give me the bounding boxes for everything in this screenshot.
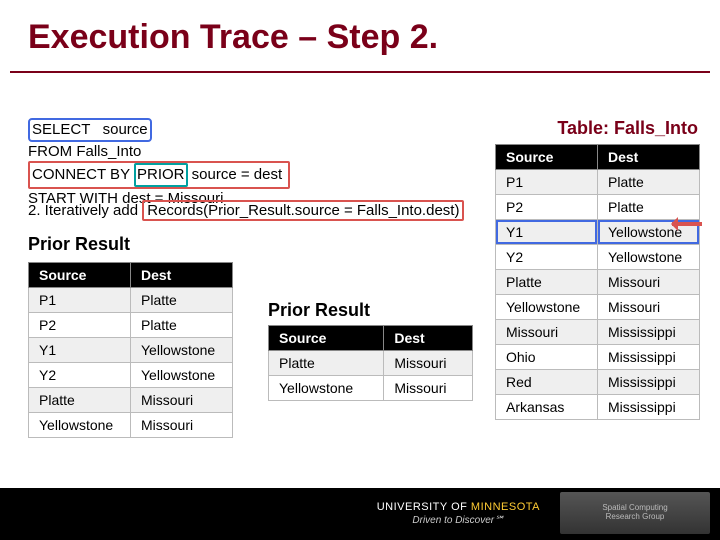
sql-source-col: source [103,121,148,138]
table-row: Y1Yellowstone [29,338,233,363]
col-source: Source [269,326,384,351]
cell: Yellowstone [598,220,700,245]
sql-from: FROM Falls_Into [28,143,141,160]
table-row: Y2Yellowstone [496,245,700,270]
cell: Mississippi [598,370,700,395]
table-row: Y2Yellowstone [29,363,233,388]
table-row: Y1Yellowstone [496,220,700,245]
footer-university: UNIVERSITY OF MINNESOTA Driven to Discov… [377,501,540,527]
table-row: ArkansasMississippi [496,395,700,420]
cell: Ohio [496,345,598,370]
cell: Mississippi [598,320,700,345]
table-row: PlatteMissouri [496,270,700,295]
cell: Platte [131,313,233,338]
cell: Missouri [131,413,233,438]
cell: Platte [29,388,131,413]
footer-logo-line2: Research Group [606,513,665,522]
cell: P1 [29,288,131,313]
prior-result-heading-1: Prior Result [28,234,130,255]
col-dest: Dest [598,145,700,170]
sql-select-kw: SELECT [32,121,90,138]
cell: Platte [496,270,598,295]
divider [10,71,710,73]
cell: Mississippi [598,345,700,370]
table-row: P1Platte [496,170,700,195]
cell: Arkansas [496,395,598,420]
sql-connect-post: source = dest [192,166,282,183]
table-row: P1Platte [29,288,233,313]
table-row: P2Platte [496,195,700,220]
prior-result-heading-2: Prior Result [268,300,370,321]
cell: Y2 [29,363,131,388]
cell: Y1 [496,220,598,245]
cell: Missouri [496,320,598,345]
footer-tagline: Driven to Discover℠ [377,515,540,528]
table-row: RedMississippi [496,370,700,395]
sql-block: SELECT source FROM Falls_Into CONNECT BY… [28,118,290,208]
step-condition-box: Records(Prior_Result.source = Falls_Into… [142,200,464,221]
cell: Y2 [496,245,598,270]
sql-connect-pre: CONNECT BY [32,166,130,183]
cell: P2 [496,195,598,220]
table-row: PlatteMissouri [29,388,233,413]
falls-into-table: Source Dest P1Platte P2Platte Y1Yellowst… [495,144,700,420]
table-row: P2Platte [29,313,233,338]
prior-result-table-2: Source Dest PlatteMissouri YellowstoneMi… [268,325,473,401]
footer: UNIVERSITY OF MINNESOTA Driven to Discov… [0,488,720,540]
table-row: YellowstoneMissouri [496,295,700,320]
cell: Yellowstone [131,363,233,388]
cell: Yellowstone [131,338,233,363]
sql-prior-kw: PRIOR [134,163,188,187]
col-source: Source [496,145,598,170]
cell: Y1 [29,338,131,363]
cell: Platte [131,288,233,313]
cell: Platte [598,170,700,195]
cell: Yellowstone [269,376,384,401]
cell: Missouri [131,388,233,413]
cell: Mississippi [598,395,700,420]
cell: Missouri [384,376,473,401]
cell: Missouri [384,351,473,376]
table-row: PlatteMissouri [269,351,473,376]
cell: Red [496,370,598,395]
table-row: YellowstoneMissouri [269,376,473,401]
page-title: Execution Trace – Step 2. [0,0,720,71]
cell: Yellowstone [29,413,131,438]
cell: Yellowstone [598,245,700,270]
cell: Platte [598,195,700,220]
footer-uni-main: MINNESOTA [471,501,540,513]
prior-result-table-1: Source Dest P1Platte P2Platte Y1Yellowst… [28,262,233,438]
table-row: YellowstoneMissouri [29,413,233,438]
step-description: 2. Iteratively add Records(Prior_Result.… [28,200,464,221]
footer-uni-pre: UNIVERSITY OF [377,501,468,513]
step-prefix: 2. Iteratively add [28,202,138,219]
cell: Yellowstone [496,295,598,320]
table-row: OhioMississippi [496,345,700,370]
table-row: MissouriMississippi [496,320,700,345]
cell: Platte [269,351,384,376]
cell: Missouri [598,270,700,295]
sql-connect-line: CONNECT BY PRIOR source = dest [28,161,290,189]
col-dest: Dest [384,326,473,351]
footer-logo: Spatial Computing Research Group [560,492,710,534]
cell: Missouri [598,295,700,320]
col-dest: Dest [131,263,233,288]
col-source: Source [29,263,131,288]
cell: P1 [496,170,598,195]
cell: P2 [29,313,131,338]
falls-into-heading: Table: Falls_Into [557,118,698,139]
